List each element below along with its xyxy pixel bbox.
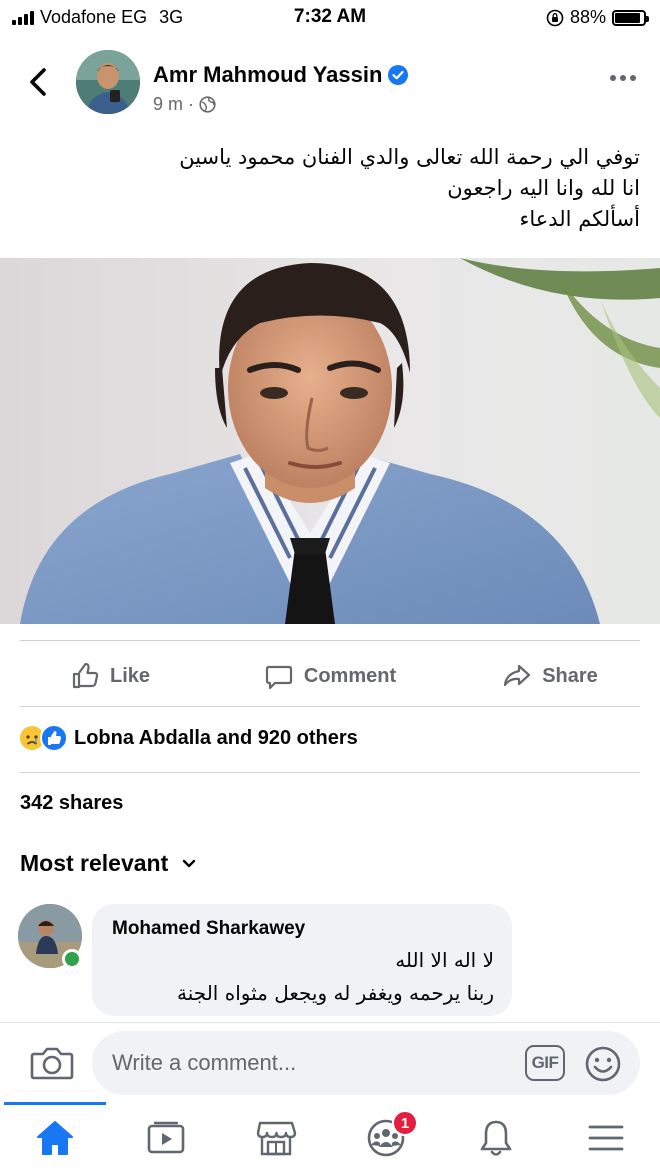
- chevron-down-icon: [183, 859, 196, 867]
- reactions-summary[interactable]: Lobna Abdalla and 920 others: [18, 724, 358, 752]
- back-chevron-icon[interactable]: [24, 66, 52, 98]
- author-avatar[interactable]: [76, 50, 140, 114]
- hamburger-menu-icon: [588, 1125, 624, 1151]
- shares-count[interactable]: 342 shares: [20, 792, 123, 815]
- post-text-line: انا لله وانا اليه راجعون: [447, 176, 640, 200]
- bottom-tab-bar: 1: [0, 1102, 660, 1173]
- like-reaction-icon: [40, 724, 68, 752]
- comment-text: لا اله الا الله ربنا يرحمه ويغفر له ويجع…: [177, 944, 494, 1010]
- tab-groups[interactable]: 1: [364, 1110, 418, 1160]
- meta-separator: ·: [188, 94, 195, 114]
- tab-watch[interactable]: [144, 1116, 188, 1160]
- like-button[interactable]: Like: [0, 648, 220, 704]
- divider: [20, 706, 640, 707]
- active-tab-indicator: [4, 1102, 106, 1105]
- bell-icon: [480, 1120, 512, 1156]
- gif-button[interactable]: GIF: [525, 1045, 565, 1081]
- divider: [20, 772, 640, 773]
- share-label: Share: [542, 664, 598, 687]
- divider: [20, 640, 640, 641]
- groups-notification-badge: 1: [392, 1110, 418, 1136]
- author-name[interactable]: Amr Mahmoud Yassin: [153, 62, 409, 88]
- comment-text-line: ربنا يرحمه ويغفر له ويجعل مثواه الجنة: [177, 981, 494, 1005]
- battery-percent: 88%: [569, 7, 606, 27]
- post-header: Amr Mahmoud Yassin 9 m ·: [0, 44, 660, 124]
- comment-bubble[interactable]: Mohamed Sharkawey لا اله الا الله ربنا ي…: [92, 904, 512, 1016]
- verified-badge-icon: [388, 65, 409, 85]
- comments-filter[interactable]: Most relevant: [20, 850, 196, 877]
- comment-label: Comment: [303, 664, 397, 687]
- like-label: Like: [109, 664, 151, 687]
- post-photo[interactable]: [0, 258, 660, 624]
- share-arrow-icon: [504, 664, 531, 687]
- post-time: 9 m: [153, 94, 184, 114]
- video-play-icon: [147, 1121, 185, 1154]
- status-bar: Vodafone EG 3G 7:32 AM 88%: [0, 0, 660, 34]
- share-button[interactable]: Share: [440, 648, 660, 704]
- comment-text-line: لا اله الا الله: [395, 948, 494, 972]
- marketplace-store-icon: [256, 1121, 297, 1156]
- tab-menu[interactable]: [584, 1116, 628, 1160]
- camera-icon[interactable]: [30, 1043, 74, 1083]
- public-globe-icon: [199, 96, 216, 113]
- home-icon: [37, 1121, 73, 1155]
- post-text-line: أسألكم الدعاء: [519, 207, 640, 231]
- tab-home[interactable]: [33, 1116, 77, 1160]
- post-meta: 9 m ·: [153, 94, 216, 115]
- online-status-indicator: [62, 949, 82, 969]
- comment-button[interactable]: Comment: [220, 648, 440, 704]
- emoji-icon[interactable]: [584, 1045, 622, 1083]
- comment-author[interactable]: Mohamed Sharkawey: [112, 918, 305, 940]
- status-right: 88%: [546, 7, 649, 28]
- more-options-icon[interactable]: [608, 72, 638, 84]
- author-name-text: Amr Mahmoud Yassin: [153, 62, 383, 87]
- comment-bubble-icon: [265, 665, 292, 690]
- comments-filter-label: Most relevant: [20, 850, 169, 876]
- post-text-line: توفي الي رحمة الله تعالى والدي الفنان مح…: [179, 145, 640, 169]
- reaction-icons: [18, 724, 68, 752]
- orientation-lock-icon: [546, 9, 564, 26]
- thumbs-up-icon: [72, 662, 99, 689]
- comment-composer: GIF: [0, 1022, 660, 1102]
- battery-icon: [612, 9, 649, 26]
- reactions-text: Lobna Abdalla and 920 others: [74, 726, 358, 749]
- post-text: توفي الي رحمة الله تعالى والدي الفنان مح…: [20, 142, 640, 235]
- tab-marketplace[interactable]: [254, 1116, 298, 1160]
- tab-notifications[interactable]: [474, 1116, 518, 1160]
- post-actions: Like Comment Share: [0, 648, 660, 704]
